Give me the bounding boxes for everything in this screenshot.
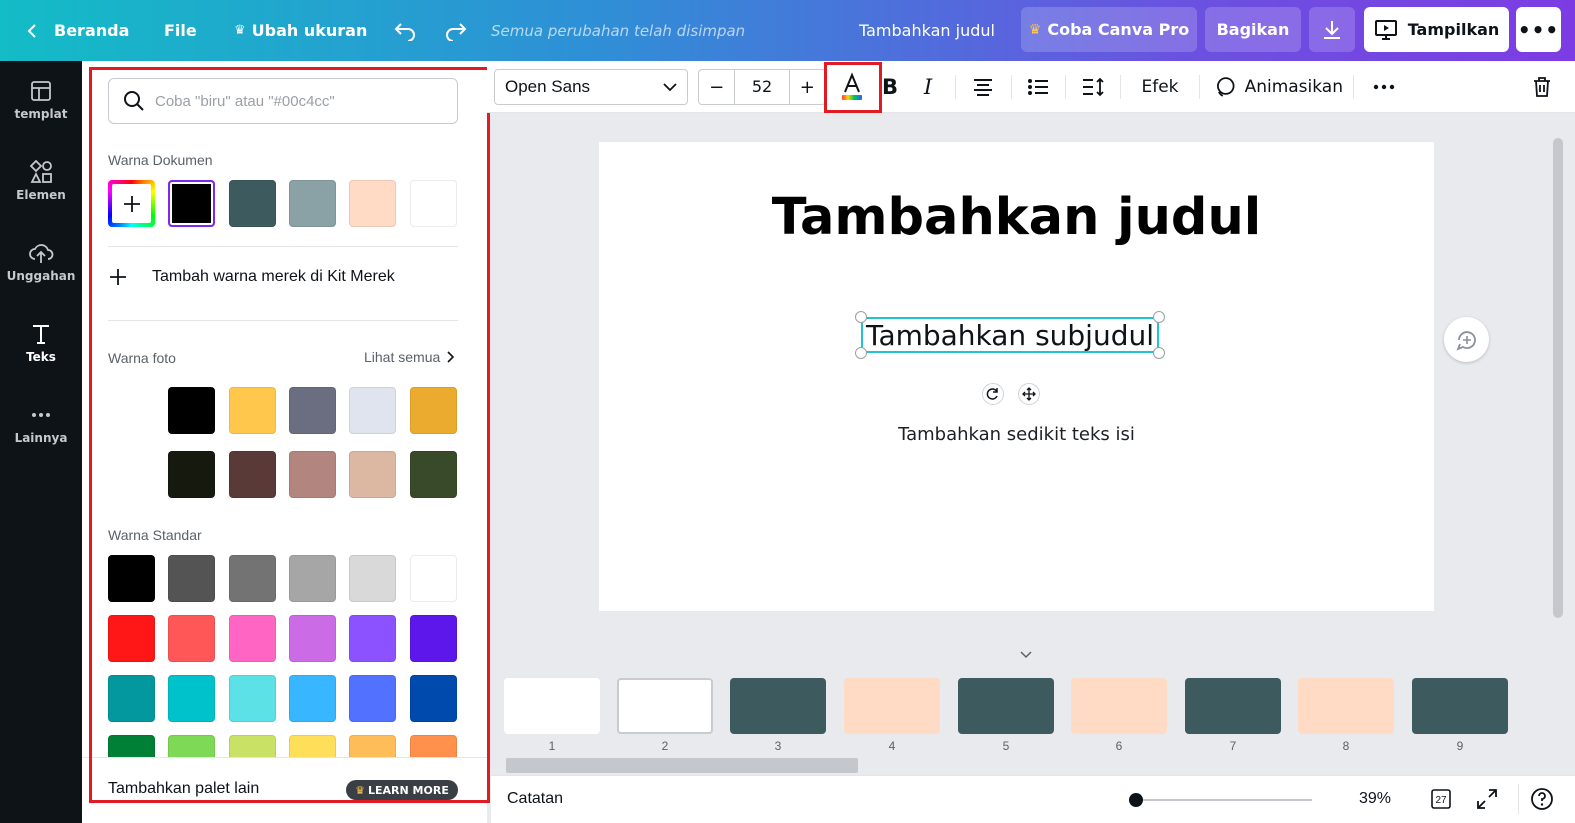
- page-thumbnail[interactable]: [1412, 678, 1508, 734]
- add-comment-button[interactable]: [1444, 317, 1489, 362]
- bottom-bar: Catatan 39% 27: [491, 775, 1575, 823]
- scrollbar-thumb[interactable]: [1553, 138, 1563, 618]
- page-thumbnail[interactable]: [1298, 678, 1394, 734]
- fullscreen-button[interactable]: [1474, 786, 1500, 812]
- resize-handle[interactable]: [1153, 347, 1165, 359]
- page-thumbnail[interactable]: [617, 678, 713, 734]
- resize-handle[interactable]: [1153, 311, 1165, 323]
- page-number: 9: [1456, 739, 1464, 753]
- resize-handle[interactable]: [855, 347, 867, 359]
- rotate-icon: [986, 388, 998, 400]
- vertical-scrollbar[interactable]: [1550, 130, 1566, 630]
- resize-handle[interactable]: [855, 311, 867, 323]
- page-number: 7: [1229, 739, 1237, 753]
- page-number: 3: [774, 739, 782, 753]
- page-number: 2: [661, 739, 669, 753]
- move-handle[interactable]: [1018, 383, 1040, 405]
- canvas-subtitle-text: Tambahkan subjudul: [865, 318, 1155, 352]
- help-button[interactable]: [1529, 786, 1555, 812]
- zoom-value[interactable]: 39%: [1359, 790, 1391, 808]
- page-number: 6: [1115, 739, 1123, 753]
- scrollbar-thumb[interactable]: [506, 758, 858, 773]
- help-icon: [1531, 788, 1553, 810]
- collapse-strip-button[interactable]: [986, 645, 1066, 661]
- page-thumbnail[interactable]: [730, 678, 826, 734]
- page-thumbnail[interactable]: [1071, 678, 1167, 734]
- pages-icon: 27: [1431, 789, 1451, 809]
- canvas-body-text[interactable]: Tambahkan sedikit teks isi: [599, 424, 1434, 445]
- zoom-slider[interactable]: [1132, 799, 1312, 801]
- horizontal-scrollbar[interactable]: [506, 758, 1554, 774]
- page-number: 5: [1002, 739, 1010, 753]
- page-thumbnail[interactable]: [844, 678, 940, 734]
- expand-icon: [1477, 789, 1497, 809]
- page-count: 27: [1435, 795, 1447, 806]
- rotate-handle[interactable]: [982, 383, 1004, 405]
- page-number: 4: [888, 739, 896, 753]
- page-thumbnail[interactable]: [1185, 678, 1281, 734]
- page-number: 1: [548, 739, 556, 753]
- comment-add-icon: [1455, 330, 1476, 351]
- zoom-slider-knob[interactable]: [1129, 793, 1143, 807]
- page-thumbnail[interactable]: [958, 678, 1054, 734]
- canvas-subtitle[interactable]: Tambahkan subjudul: [861, 317, 1159, 353]
- notes-button[interactable]: Catatan: [507, 790, 563, 808]
- page-number: 8: [1342, 739, 1350, 753]
- chevron-down-icon: [1020, 651, 1032, 659]
- page-thumbnail[interactable]: [504, 678, 600, 734]
- page-grid-button[interactable]: 27: [1428, 786, 1454, 812]
- divider: [1518, 784, 1519, 814]
- move-icon: [1022, 387, 1036, 401]
- canvas-title[interactable]: Tambahkan judul: [599, 188, 1434, 247]
